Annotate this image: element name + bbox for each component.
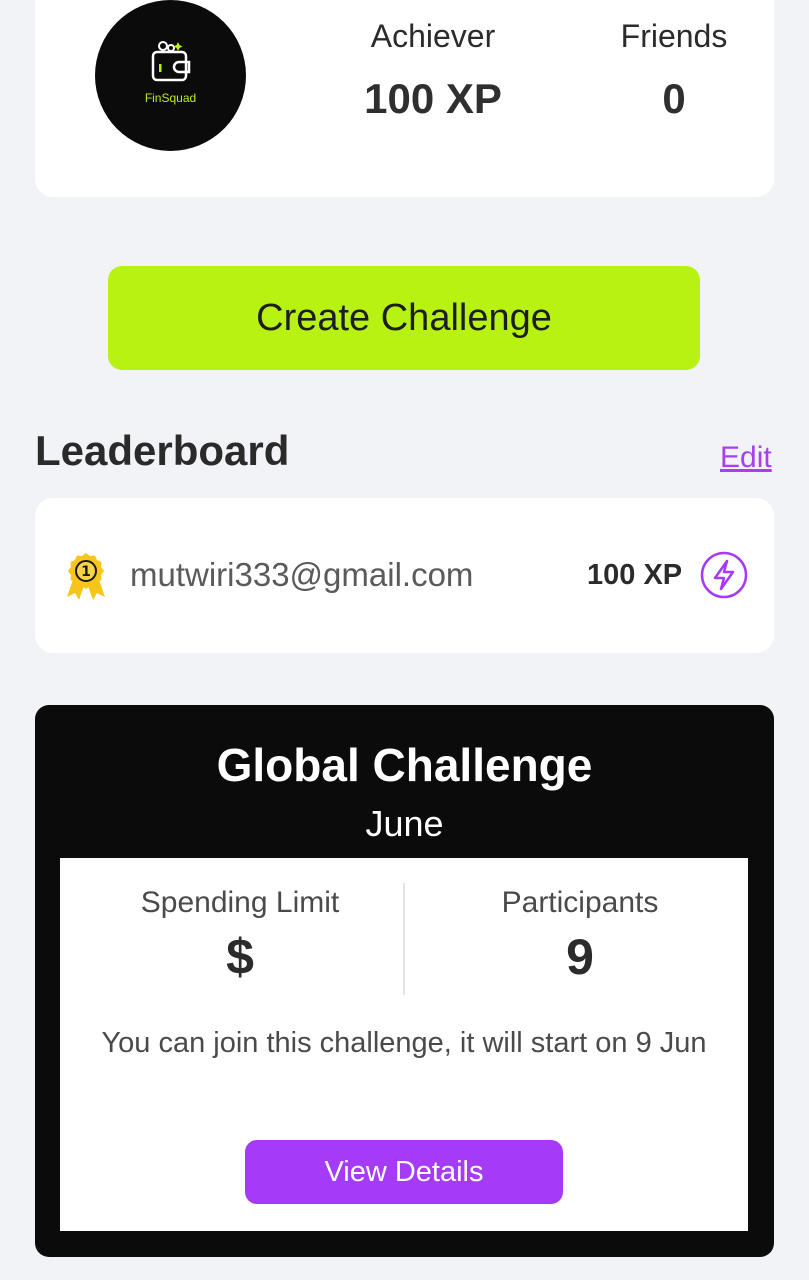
svg-text:1: 1 — [81, 564, 91, 580]
global-challenge-card: Global Challenge June Spending Limit $ P… — [35, 705, 774, 1257]
avatar[interactable]: FinSquad — [95, 0, 246, 151]
leaderboard-user-email: mutwiri333@gmail.com — [130, 556, 474, 593]
participants-count: 9 — [566, 929, 594, 985]
xp-value: 100 XP — [364, 75, 502, 122]
global-challenge-month: June — [365, 803, 444, 844]
logo-text: FinSquad — [144, 91, 197, 105]
leaderboard-title: Leaderboard — [35, 427, 290, 474]
rank-label: Achiever — [370, 18, 496, 54]
spending-limit-value: $ — [226, 929, 254, 985]
global-challenge-details: Spending Limit $ Participants 9 You can … — [60, 858, 748, 1231]
wallet-icon — [151, 41, 191, 82]
leaderboard-edit-link[interactable]: Edit — [720, 441, 772, 475]
leaderboard-user-xp: 100 XP — [587, 559, 683, 591]
spending-limit-label: Spending Limit — [140, 886, 340, 919]
view-details-button[interactable]: View Details — [245, 1140, 563, 1204]
profile-card: FinSquad Achiever 100 XP Friends 0 — [35, 0, 774, 197]
create-challenge-button[interactable]: Create Challenge — [108, 266, 700, 370]
xp-stat: Achiever 100 XP — [335, 18, 531, 123]
stat-divider — [403, 883, 405, 995]
friends-count: 0 — [662, 75, 686, 122]
challenge-start-note: You can join this challenge, it will sta… — [101, 1027, 707, 1059]
medal-icon: 1 — [67, 553, 105, 600]
participants-label: Participants — [501, 886, 659, 919]
participants-stat: Participants 9 — [440, 886, 720, 986]
friends-stat[interactable]: Friends 0 — [595, 18, 753, 123]
friends-label: Friends — [620, 18, 728, 54]
lightning-icon — [700, 551, 748, 599]
leaderboard-card: 1 mutwiri333@gmail.com 100 XP — [35, 498, 774, 653]
global-challenge-title: Global Challenge — [216, 739, 593, 791]
spending-limit-stat: Spending Limit $ — [100, 886, 380, 986]
